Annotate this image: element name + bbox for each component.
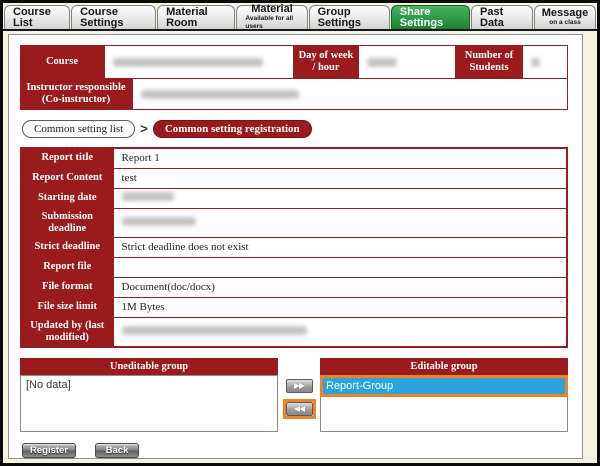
tab-share-settings[interactable]: Share Settings xyxy=(391,5,470,29)
report-row-value: Document(doc/docx) xyxy=(113,277,567,297)
annotation-highlight-move-left: ◀◀ xyxy=(283,399,316,419)
number-of-students-label: Number of Students xyxy=(456,45,522,79)
tab-label: Course Settings xyxy=(80,7,147,29)
instructor-label: Instructor responsible (Co-instructor) xyxy=(20,78,132,110)
redacted-value xyxy=(122,326,307,335)
tab-course-list[interactable]: Course List xyxy=(4,5,70,29)
editable-group-header: Editable group xyxy=(320,358,568,375)
tab-label: Course List xyxy=(13,7,61,29)
tab-past-data[interactable]: Past Data xyxy=(471,5,533,29)
report-row-label: File format xyxy=(21,277,113,297)
report-row-label: Report title xyxy=(21,148,113,168)
uneditable-group-header: Uneditable group xyxy=(20,358,278,375)
report-row-value: 1M Bytes xyxy=(113,297,567,317)
editable-group-box: Editable group Report-Group xyxy=(320,358,568,432)
tab-bar: Course List Course Settings Material Room M… xyxy=(3,3,597,31)
report-row-label: File size limit xyxy=(21,297,113,317)
tab-label: Group Settings xyxy=(318,7,381,29)
register-button[interactable]: Register xyxy=(22,443,76,458)
report-row: Updated by (last modified) xyxy=(21,317,567,347)
tab-label: Message xyxy=(542,8,588,19)
tab-sublabel: on a class xyxy=(549,19,580,27)
uneditable-group-box: Uneditable group [No data] xyxy=(20,358,278,432)
course-info-row-1: Course Day of week / hour Number of Stud… xyxy=(20,45,568,79)
redacted-course-value xyxy=(113,58,263,67)
report-row: File formatDocument(doc/docx) xyxy=(21,277,567,297)
back-button[interactable]: Back xyxy=(95,443,139,458)
tab-label: Past Data xyxy=(480,7,524,29)
report-row-label: Report file xyxy=(21,257,113,277)
redacted-students-value xyxy=(531,58,540,67)
day-of-week-value xyxy=(358,45,456,79)
redacted-value xyxy=(122,192,174,201)
redacted-value xyxy=(122,217,196,226)
course-info-row-2: Instructor responsible (Co-instructor) xyxy=(20,78,568,110)
tab-message[interactable]: Messageon a class xyxy=(534,5,596,29)
report-row: Starting date xyxy=(21,188,567,208)
tab-group-settings[interactable]: Group Settings xyxy=(309,5,390,29)
report-row-value: test xyxy=(113,168,567,188)
course-label: Course xyxy=(20,45,104,79)
breadcrumb-separator: > xyxy=(140,121,148,136)
report-row: Report file xyxy=(21,257,567,277)
report-row: Report titleReport 1 xyxy=(21,148,567,168)
report-row-value xyxy=(113,208,567,237)
tab-material[interactable]: MaterialAvailable for all users xyxy=(236,5,307,29)
tab-course-settings[interactable]: Course Settings xyxy=(71,5,156,29)
page-frame: Course List Course Settings Material Room M… xyxy=(0,0,600,466)
report-row-value xyxy=(113,188,567,208)
transfer-arrows: ▶▶ ◀◀ xyxy=(278,358,320,432)
instructor-value xyxy=(132,78,568,110)
move-left-button[interactable]: ◀◀ xyxy=(286,402,313,416)
report-row-label: Submission deadline xyxy=(21,208,113,237)
redacted-instructor-value xyxy=(141,90,299,99)
common-setting-list-button[interactable]: Common setting list xyxy=(22,120,135,138)
report-row-value xyxy=(113,317,567,347)
tab-material-room[interactable]: Material Room xyxy=(157,5,235,29)
tab-label: Material xyxy=(251,4,293,15)
report-row-label: Strict deadline xyxy=(21,237,113,257)
report-row: Submission deadline xyxy=(21,208,567,237)
tab-label: Material Room xyxy=(166,7,226,29)
list-item[interactable]: Report-Group xyxy=(323,378,565,394)
tab-sublabel: Available for all users xyxy=(245,15,298,31)
content-panel: Course Day of week / hour Number of Stud… xyxy=(8,34,583,459)
tab-label: Share Settings xyxy=(400,7,461,29)
footer-actions: Register Back xyxy=(22,443,571,458)
report-row: File size limit1M Bytes xyxy=(21,297,567,317)
report-row-label: Starting date xyxy=(21,188,113,208)
number-of-students-value xyxy=(522,45,568,79)
breadcrumb: Common setting list > Common setting reg… xyxy=(22,119,571,138)
editable-group-list[interactable]: Report-Group xyxy=(320,375,568,432)
report-row-label: Updated by (last modified) xyxy=(21,317,113,347)
report-row-label: Report Content xyxy=(21,168,113,188)
report-row-value: Report 1 xyxy=(113,148,567,168)
report-row: Strict deadlineStrict deadline does not … xyxy=(21,237,567,257)
report-details-table: Report titleReport 1Report ContenttestSt… xyxy=(20,147,568,348)
common-setting-registration-button[interactable]: Common setting registration xyxy=(153,120,312,138)
report-row-value xyxy=(113,257,567,277)
redacted-day-value xyxy=(367,58,397,67)
group-transfer-section: Uneditable group [No data] ▶▶ ◀◀ Editabl… xyxy=(20,358,568,432)
report-row: Report Contenttest xyxy=(21,168,567,188)
uneditable-group-list[interactable]: [No data] xyxy=(20,375,278,432)
course-value xyxy=(104,45,294,79)
list-item: [No data] xyxy=(23,377,275,393)
day-of-week-label: Day of week / hour xyxy=(294,45,358,79)
move-right-button[interactable]: ▶▶ xyxy=(286,379,313,393)
report-row-value: Strict deadline does not exist xyxy=(113,237,567,257)
